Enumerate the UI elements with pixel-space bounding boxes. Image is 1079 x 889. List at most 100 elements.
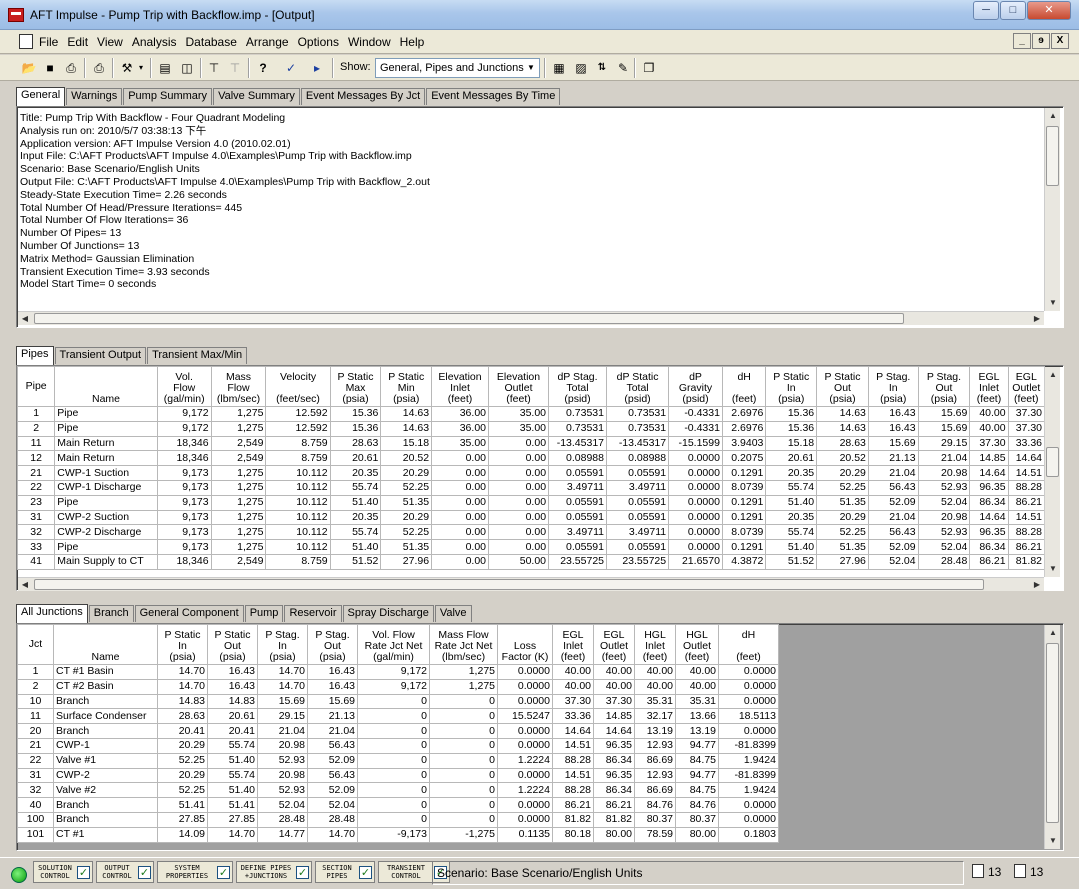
column-header[interactable]: EGL Inlet (feet) <box>969 366 1009 407</box>
junctions-vertical-scrollbar[interactable]: ▲ ▼ <box>1044 625 1060 849</box>
table-row[interactable]: 10 Branch 14.83 14.83 15.69 15.69 0 0 0.0000 37.3… <box>17 693 779 710</box>
maximize-button[interactable]: □ <box>1000 1 1026 20</box>
close-button[interactable]: ✕ <box>1027 1 1071 20</box>
tab-valve-summary[interactable]: Valve Summary <box>213 88 300 105</box>
column-header[interactable]: Name <box>54 366 158 407</box>
column-header[interactable]: P Static In (psia) <box>157 624 208 665</box>
table-row[interactable]: 101 CT #1 14.09 14.70 14.77 14.70 -9,173 -1,275… <box>17 826 779 843</box>
column-header[interactable]: Mass Flow (lbm/sec) <box>210 366 267 407</box>
pipes-horizontal-scrollbar[interactable]: ◀ ▶ <box>18 577 1044 591</box>
tab-event-messages-by-time[interactable]: Event Messages By Time <box>426 88 561 105</box>
mdi-close-button[interactable]: X <box>1051 33 1069 49</box>
table-row[interactable]: 21 CWP-1 20.29 55.74 20.98 56.43 0 0 0.0000 14.51… <box>17 737 779 754</box>
mdi-restore-button[interactable]: ɘ <box>1032 33 1050 49</box>
column-header[interactable]: P Stag. Out (psia) <box>307 624 358 665</box>
table-row[interactable]: 1 CT #1 Basin 14.70 16.43 14.70 16.43 9,172 1,2… <box>17 664 779 680</box>
table-row[interactable]: 22 CWP-1 Discharge 9,173 1,275 10.112 55.74 52… <box>17 479 1046 496</box>
column-header[interactable]: dP Gravity (psid) <box>668 366 723 407</box>
menu-edit[interactable]: Edit <box>67 35 88 49</box>
scroll-down-icon[interactable]: ▼ <box>1045 295 1061 311</box>
aft-impulse-app-icon[interactable] <box>8 8 24 22</box>
scroll-up-icon[interactable]: ▲ <box>1045 625 1061 641</box>
column-header[interactable]: Elevation Inlet (feet) <box>431 366 489 407</box>
menu-view[interactable]: View <box>97 35 123 49</box>
column-header[interactable]: dP Stag. Total (psid) <box>548 366 607 407</box>
pipes-vertical-scrollbar[interactable]: ▲ ▼ <box>1044 367 1060 577</box>
copy-icon[interactable]: ❐ <box>640 59 658 77</box>
table-row[interactable]: 11 Surface Condenser 28.63 20.61 29.15 21.13 0… <box>17 708 779 725</box>
tab-valve[interactable]: Valve <box>434 605 472 622</box>
column-header[interactable]: Jct <box>17 624 54 665</box>
column-header[interactable]: P Stag. In (psia) <box>257 624 308 665</box>
table-row[interactable]: 11 Main Return 18,346 2,549 8.759 28.63 15.18 3… <box>17 435 1046 452</box>
tools-icon[interactable]: ⚒ <box>118 59 136 77</box>
column-header[interactable]: P Static In (psia) <box>765 366 818 407</box>
scroll-left-icon[interactable]: ◀ <box>18 312 32 326</box>
tab-general[interactable]: General <box>16 87 66 106</box>
status-button-system[interactable]: SYSTEM PROPERTIES ✓ <box>157 861 233 883</box>
table-row[interactable]: 31 CWP-2 Suction 9,173 1,275 10.112 20.35 20.2… <box>17 509 1046 526</box>
menu-help[interactable]: Help <box>400 35 425 49</box>
general-horizontal-scrollbar[interactable]: ◀ ▶ <box>18 311 1044 325</box>
table-row[interactable]: 100 Branch 27.85 27.85 28.48 28.48 0 0 0.0000 81.… <box>17 811 779 828</box>
menu-file[interactable]: File <box>39 35 58 49</box>
column-header[interactable]: Velocity (feet/sec) <box>265 366 331 407</box>
pencil-icon[interactable]: ✎ <box>614 59 632 77</box>
column-header[interactable]: EGL Inlet (feet) <box>552 624 594 665</box>
column-header[interactable]: P Static Max (psia) <box>329 366 382 407</box>
table-row[interactable]: 22 Valve #1 52.25 51.40 52.93 52.09 0 0 1.2224 88… <box>17 752 779 769</box>
table-row[interactable]: 12 Main Return 18,346 2,549 8.759 20.61 20.52 0… <box>17 450 1046 467</box>
menu-arrange[interactable]: Arrange <box>246 35 289 49</box>
sort-icon[interactable]: ⇅ <box>593 59 611 77</box>
table-icon[interactable]: ▦ <box>550 59 568 77</box>
column-header[interactable]: Vol. Flow Rate Jct Net (gal/min) <box>357 624 430 665</box>
scroll-right-icon[interactable]: ▶ <box>1030 578 1044 592</box>
tab-branch[interactable]: Branch <box>88 605 134 622</box>
scroll-thumb[interactable] <box>34 313 904 324</box>
tab-reservoir[interactable]: Reservoir <box>284 605 342 622</box>
tab-pump-summary[interactable]: Pump Summary <box>123 88 213 105</box>
network-icon[interactable]: ⊤ <box>205 59 223 77</box>
scroll-thumb[interactable] <box>1046 126 1059 186</box>
column-header[interactable]: dH (feet) <box>721 366 767 407</box>
document-icon[interactable] <box>19 34 33 49</box>
tab-pump[interactable]: Pump <box>244 605 284 622</box>
split-horizontal-icon[interactable]: ▤ <box>156 59 174 77</box>
column-header[interactable]: Name <box>53 624 158 665</box>
column-header[interactable]: dP Static Total (psid) <box>605 366 670 407</box>
table-row[interactable]: 23 Pipe 9,173 1,275 10.112 51.40 51.35 0.00 0.00… <box>17 494 1046 511</box>
table-row[interactable]: 32 Valve #2 52.25 51.40 52.93 52.09 0 0 1.2224 88… <box>17 782 779 799</box>
column-header[interactable]: HGL Outlet (feet) <box>675 624 719 665</box>
save-icon[interactable]: ■ <box>41 59 59 77</box>
scroll-thumb[interactable] <box>1046 447 1059 477</box>
column-header[interactable]: dH (feet) <box>718 624 779 665</box>
column-header[interactable]: Mass Flow Rate Jct Net (lbm/sec) <box>429 624 498 665</box>
general-vertical-scrollbar[interactable]: ▲ ▼ <box>1044 108 1060 311</box>
menu-window[interactable]: Window <box>348 35 391 49</box>
table-row[interactable]: 31 CWP-2 20.29 55.74 20.98 56.43 0 0 0.0000 14.51… <box>17 767 779 784</box>
column-header[interactable]: P Static Out (psia) <box>207 624 258 665</box>
scroll-left-icon[interactable]: ◀ <box>18 578 32 592</box>
split-vertical-icon[interactable]: ◫ <box>178 59 196 77</box>
column-header[interactable]: Elevation Outlet (feet) <box>487 366 550 407</box>
status-button-define-pipes[interactable]: DEFINE PIPES +JUNCTIONS ✓ <box>236 861 312 883</box>
column-header[interactable]: Vol. Flow (gal/min) <box>156 366 212 407</box>
status-button-section[interactable]: SECTION PIPES ✓ <box>315 861 375 883</box>
chevron-down-icon[interactable]: ▼ <box>525 62 537 74</box>
scroll-up-icon[interactable]: ▲ <box>1045 108 1061 124</box>
table-row[interactable]: 33 Pipe 9,173 1,275 10.112 51.40 51.35 0.00 0.00… <box>17 539 1046 555</box>
table-row[interactable]: 40 Branch 51.41 51.41 52.04 52.04 0 0 0.0000 86.2… <box>17 797 779 813</box>
check-icon[interactable]: ✓ <box>282 59 300 77</box>
tools-dropdown-icon[interactable]: ▾ <box>136 59 146 77</box>
mdi-minimize-button[interactable]: _ <box>1013 33 1031 49</box>
calendar-icon[interactable]: ▨ <box>572 59 590 77</box>
scroll-right-icon[interactable]: ▶ <box>1030 312 1044 326</box>
tab-all-junctions[interactable]: All Junctions <box>16 604 88 623</box>
scroll-down-icon[interactable]: ▼ <box>1045 833 1061 849</box>
print-preview-icon[interactable]: ⎙ <box>90 59 108 77</box>
help-query-icon[interactable]: ? <box>254 59 272 77</box>
tab-warnings[interactable]: Warnings <box>66 88 123 105</box>
column-header[interactable]: Pipe <box>17 366 56 407</box>
menu-database[interactable]: Database <box>186 35 237 49</box>
status-button-output[interactable]: OUTPUT CONTROL ✓ <box>96 861 154 883</box>
